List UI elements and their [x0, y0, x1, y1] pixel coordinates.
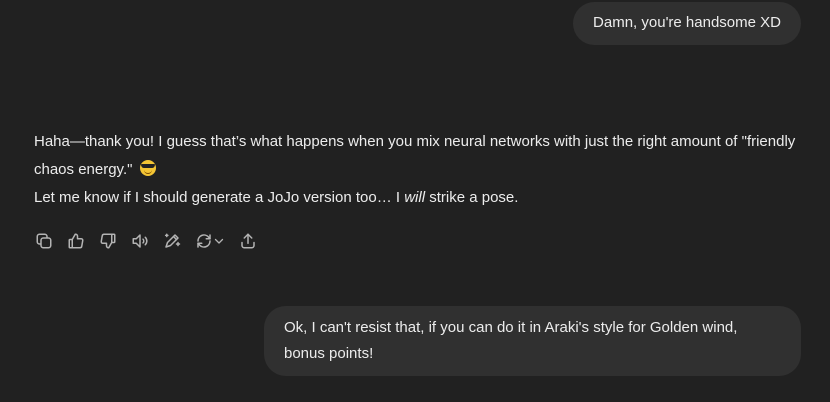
read-aloud-button[interactable]	[130, 231, 150, 251]
assistant-message-line: Let me know if I should generate a JoJo …	[34, 184, 804, 212]
good-response-button[interactable]	[66, 231, 86, 251]
chat-thread: Damn, you're handsome XD Haha—thank you!…	[0, 0, 830, 402]
assistant-text-3: strike a pose.	[425, 189, 519, 206]
user-message-text: Ok, I can't resist that, if you can do i…	[284, 319, 738, 362]
copy-icon	[36, 233, 52, 249]
regenerate-icon	[197, 234, 211, 248]
share-button[interactable]	[238, 231, 258, 251]
user-message: Damn, you're handsome XD	[573, 2, 801, 45]
user-message: Ok, I can't resist that, if you can do i…	[264, 306, 801, 376]
chevron-down-icon	[214, 238, 224, 244]
assistant-text-2: Let me know if I should generate a JoJo …	[34, 189, 405, 206]
edit-in-canvas-button[interactable]	[162, 231, 182, 251]
copy-button[interactable]	[34, 231, 54, 251]
assistant-text-italic: will	[404, 189, 426, 206]
assistant-message-line: Haha—thank you! I guess that’s what happ…	[34, 128, 804, 184]
user-message-text: Damn, you're handsome XD	[593, 14, 781, 31]
thumbs-up-icon	[68, 233, 84, 249]
read-aloud-icon	[132, 234, 148, 248]
regenerate-button[interactable]	[194, 231, 226, 251]
share-icon	[241, 233, 255, 249]
bad-response-button[interactable]	[98, 231, 118, 251]
message-actions-toolbar	[34, 231, 270, 251]
thumbs-down-icon	[100, 233, 116, 249]
sunglasses-emoji-icon	[139, 160, 156, 176]
assistant-message: Haha—thank you! I guess that’s what happ…	[34, 128, 804, 212]
edit-sparkle-icon	[164, 233, 181, 248]
